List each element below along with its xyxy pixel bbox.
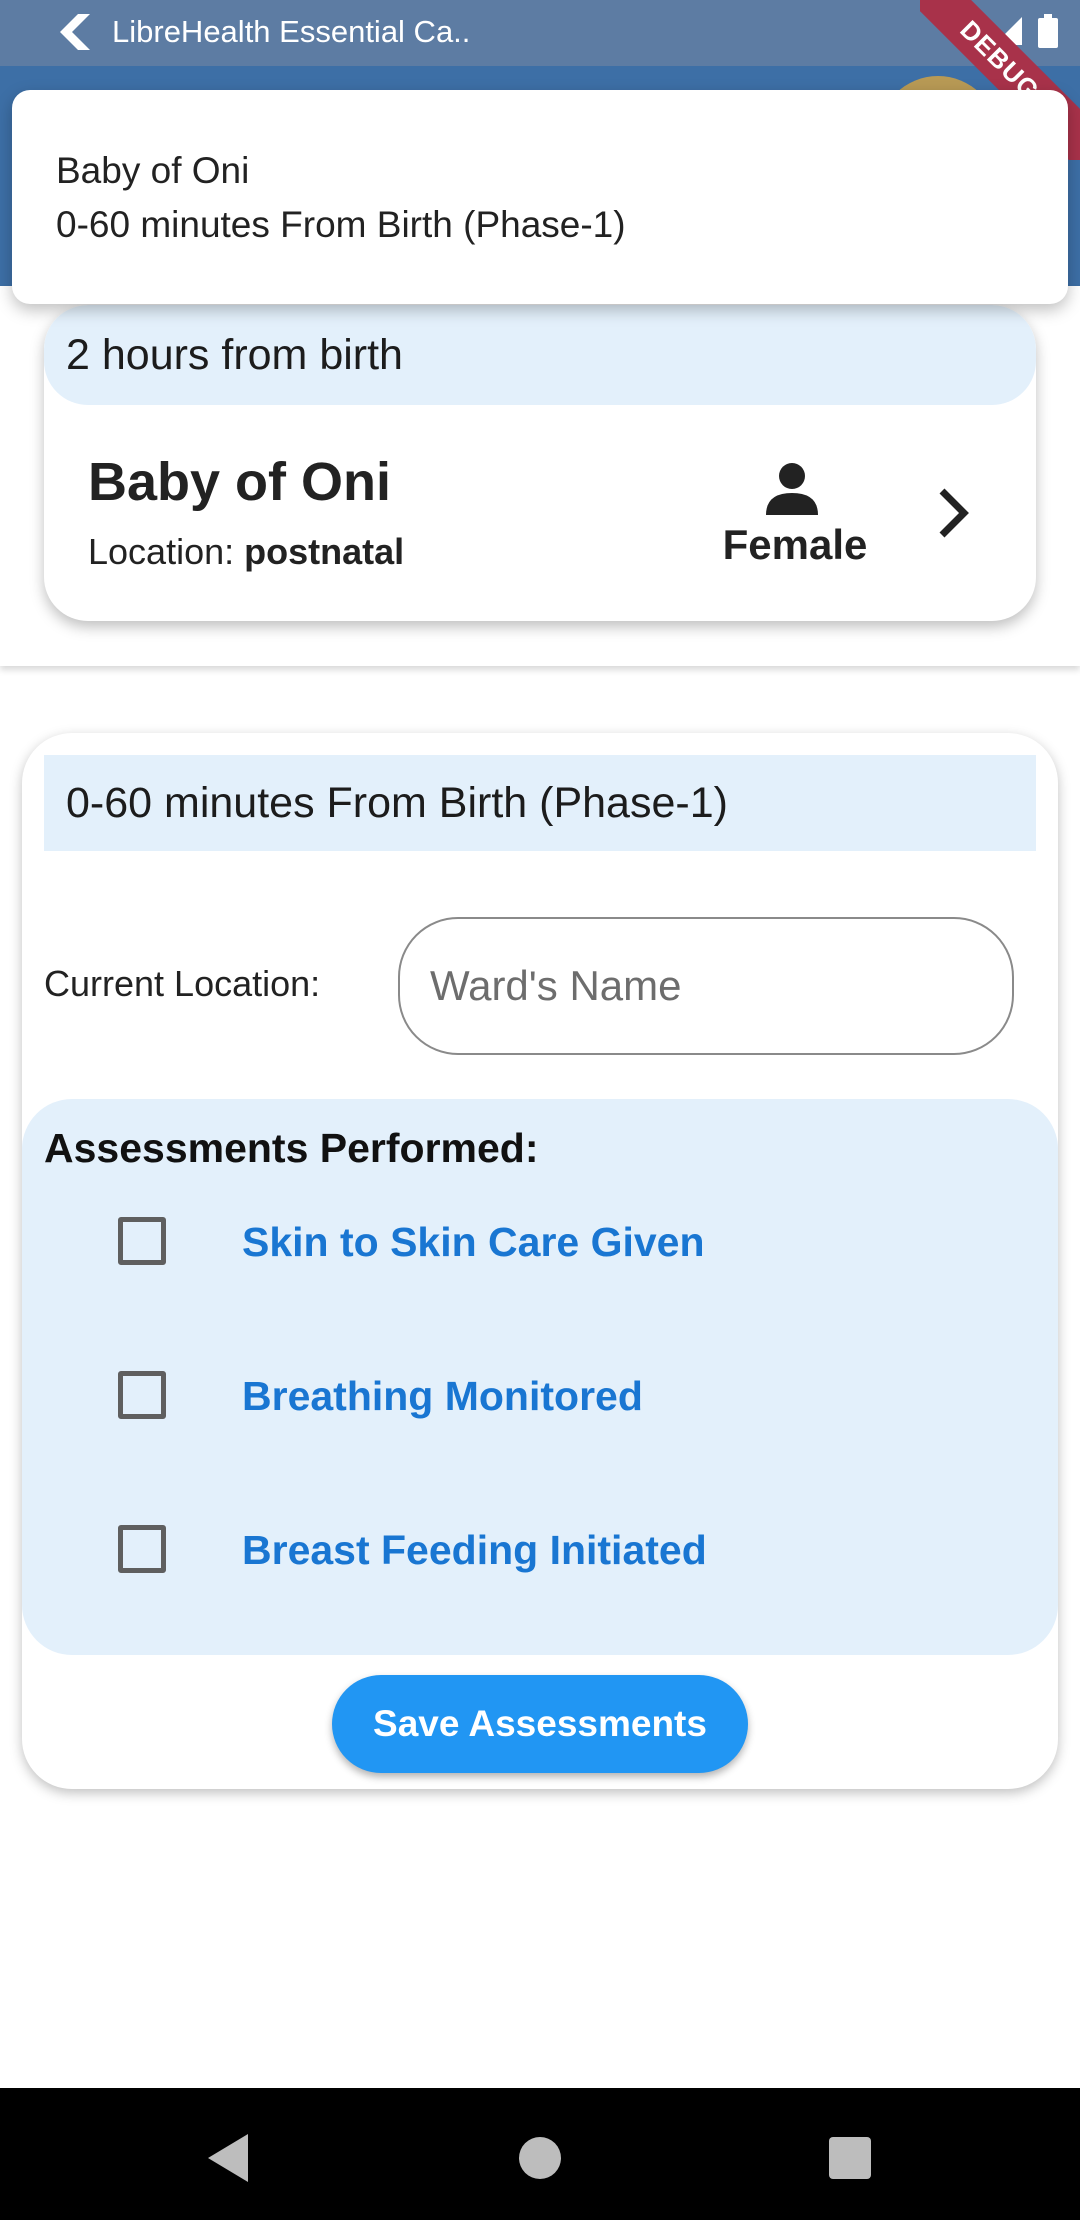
popup-baby-name: Baby of Oni: [56, 150, 250, 191]
breast-feeding-label[interactable]: Breast Feeding Initiated: [242, 1527, 707, 1574]
chevron-right-icon[interactable]: [932, 485, 976, 541]
breathing-checkbox[interactable]: [118, 1371, 166, 1419]
gender-label: Female: [722, 521, 868, 568]
time-from-birth: 2 hours from birth: [66, 331, 403, 379]
flutter-back-icon[interactable]: [58, 12, 94, 52]
assessment-row-breast-feeding[interactable]: Breast Feeding Initiated: [22, 1499, 1058, 1599]
phase-title: 0-60 minutes From Birth (Phase-1): [66, 779, 728, 827]
popup-phase: 0-60 minutes From Birth (Phase-1): [56, 204, 626, 245]
navigation-bar: [0, 2088, 1080, 2220]
nav-home-icon[interactable]: [510, 2128, 570, 2188]
assessment-row-skin-to-skin[interactable]: Skin to Skin Care Given: [22, 1191, 1058, 1291]
person-icon: [766, 463, 818, 515]
task-title: LibreHealth Essential Ca..: [112, 14, 471, 49]
baby-card[interactable]: 2 hours from birth Baby of Oni Location:…: [44, 305, 1036, 621]
breast-feeding-checkbox[interactable]: [118, 1525, 166, 1573]
location-value: postnatal: [244, 531, 405, 572]
nav-recents-icon[interactable]: [820, 2128, 880, 2188]
skin-to-skin-label[interactable]: Skin to Skin Care Given: [242, 1219, 705, 1266]
nav-back-icon[interactable]: [200, 2128, 260, 2188]
baby-name: Baby of Oni: [88, 452, 392, 512]
location-label: Location:: [88, 531, 245, 572]
baby-location: Location: postnatal: [88, 531, 404, 573]
assessments-box: Assessments Performed: Skin to Skin Care…: [22, 1099, 1058, 1655]
save-assessments-button[interactable]: Save Assessments: [332, 1675, 748, 1773]
time-from-birth-strip: 2 hours from birth: [44, 305, 1036, 405]
phase-strip: 0-60 minutes From Birth (Phase-1): [44, 755, 1036, 851]
status-bar: LibreHealth Essential Ca..: [0, 0, 1080, 66]
ward-name-input[interactable]: [398, 917, 1014, 1055]
current-location-label: Current Location:: [44, 963, 321, 1004]
snackbar-popup[interactable]: Baby of Oni 0-60 minutes From Birth (Pha…: [12, 90, 1068, 304]
breathing-label[interactable]: Breathing Monitored: [242, 1373, 643, 1420]
skin-to-skin-checkbox[interactable]: [118, 1217, 166, 1265]
app-screen: LibreHealth Essential Ca.. DEBUG 2 hours…: [0, 0, 1080, 2220]
assessment-row-breathing[interactable]: Breathing Monitored: [22, 1345, 1058, 1445]
assessments-title: Assessments Performed:: [44, 1125, 539, 1171]
assessment-card: 0-60 minutes From Birth (Phase-1) Curren…: [22, 733, 1058, 1789]
